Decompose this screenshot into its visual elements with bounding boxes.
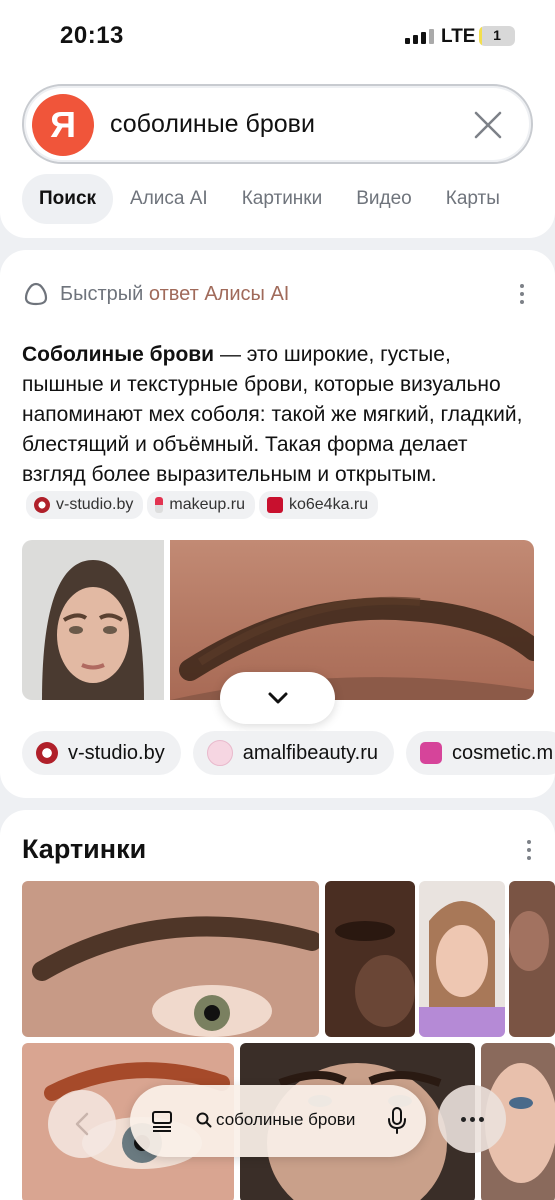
status-bar: 20:13 LTE 1	[0, 0, 555, 70]
amalfi-icon	[206, 740, 233, 766]
more-options-icon[interactable]	[519, 284, 525, 308]
battery-label: 1	[493, 27, 501, 43]
chevron-left-icon	[75, 1112, 89, 1136]
inline-source-chip[interactable]: makeup.ru	[147, 491, 255, 520]
bottom-bar: соболиные брови	[0, 1080, 555, 1200]
more-menu-button[interactable]	[438, 1085, 506, 1153]
source-chip[interactable]: cosmetic.m	[405, 731, 555, 775]
answer-image-brow[interactable]	[170, 540, 534, 700]
inline-source-label: makeup.ru	[169, 496, 245, 514]
search-icon	[196, 1112, 212, 1128]
more-options-icon[interactable]	[526, 840, 532, 864]
image-thumbnail[interactable]	[509, 881, 555, 1037]
v-studio-icon	[34, 497, 50, 514]
dot-icon	[469, 1116, 475, 1122]
inline-source-label: v-studio.by	[56, 496, 134, 514]
search-header: Я соболиные брови Поиск Алиса AI Картинк…	[0, 70, 555, 238]
inline-source-chip[interactable]: ko6e4ka.ru	[258, 491, 379, 520]
network-label: LTE	[441, 26, 476, 47]
quick-answer-prefix: Быстрый	[60, 282, 144, 305]
tab-images[interactable]: Картинки	[225, 174, 340, 224]
quick-answer-title: Быстрый ответ Алисы AI	[60, 283, 289, 306]
answer-term: Соболиные брови	[22, 343, 215, 366]
answer-text: Соболиные брови — это широкие, густые, п…	[22, 340, 534, 520]
source-label: cosmetic.m	[451, 741, 554, 764]
search-box[interactable]: Я соболиные брови	[22, 84, 533, 164]
battery-icon: 1	[479, 26, 515, 46]
status-time: 20:13	[60, 22, 124, 49]
screen: 20:13 LTE 1 Я соболиные брови Поиск Алис…	[0, 0, 555, 1200]
chevron-down-icon	[268, 692, 287, 704]
source-chip[interactable]: v-studio.by	[22, 731, 181, 775]
cosmetic-icon	[419, 742, 442, 764]
alice-icon	[24, 282, 48, 306]
quick-answer-accent: ответ Алисы AI	[148, 282, 290, 305]
microphone-icon[interactable]	[386, 1106, 408, 1136]
source-list: v-studio.by amalfibeauty.ru cosmetic.m	[22, 731, 555, 775]
search-input[interactable]: соболиные брови	[110, 110, 315, 139]
clear-icon[interactable]	[472, 109, 504, 141]
bottom-search-field[interactable]: соболиные брови	[196, 1110, 355, 1130]
search-tabs: Поиск Алиса AI Картинки Видео Карты	[22, 174, 517, 224]
source-label: amalfibeauty.ru	[242, 741, 378, 764]
quick-answer-header: Быстрый ответ Алисы AI	[22, 280, 289, 308]
dot-icon	[460, 1116, 466, 1122]
image-thumbnail[interactable]	[325, 881, 415, 1037]
tabs-icon[interactable]	[150, 1109, 174, 1133]
tab-alice[interactable]: Алиса AI	[113, 174, 225, 224]
dot-icon	[478, 1116, 484, 1122]
image-thumbnail[interactable]	[22, 881, 319, 1037]
ko6e4ka-icon	[266, 497, 283, 514]
bottom-search-text: соболиные брови	[216, 1110, 356, 1129]
expand-button[interactable]	[220, 672, 335, 724]
back-button[interactable]	[48, 1090, 116, 1158]
answer-image-face[interactable]	[22, 540, 164, 700]
source-label: v-studio.by	[68, 741, 165, 764]
inline-source-chip[interactable]: v-studio.by	[26, 491, 144, 520]
quick-answer-card: Быстрый ответ Алисы AI Соболиные брови —…	[0, 250, 555, 798]
image-thumbnail[interactable]	[419, 881, 505, 1037]
source-chip[interactable]: amalfibeauty.ru	[192, 731, 394, 775]
inline-source-label: ko6e4ka.ru	[288, 496, 369, 514]
bottom-search-pill[interactable]: соболиные брови	[130, 1085, 426, 1157]
v-studio-icon	[36, 742, 58, 764]
yandex-logo[interactable]: Я	[32, 94, 94, 156]
tab-search[interactable]: Поиск	[22, 174, 114, 224]
lipstick-icon	[155, 497, 164, 514]
images-title: Картинки	[22, 834, 147, 864]
signal-icon	[405, 28, 434, 44]
tab-maps[interactable]: Карты	[429, 174, 517, 224]
tab-video[interactable]: Видео	[339, 174, 429, 224]
